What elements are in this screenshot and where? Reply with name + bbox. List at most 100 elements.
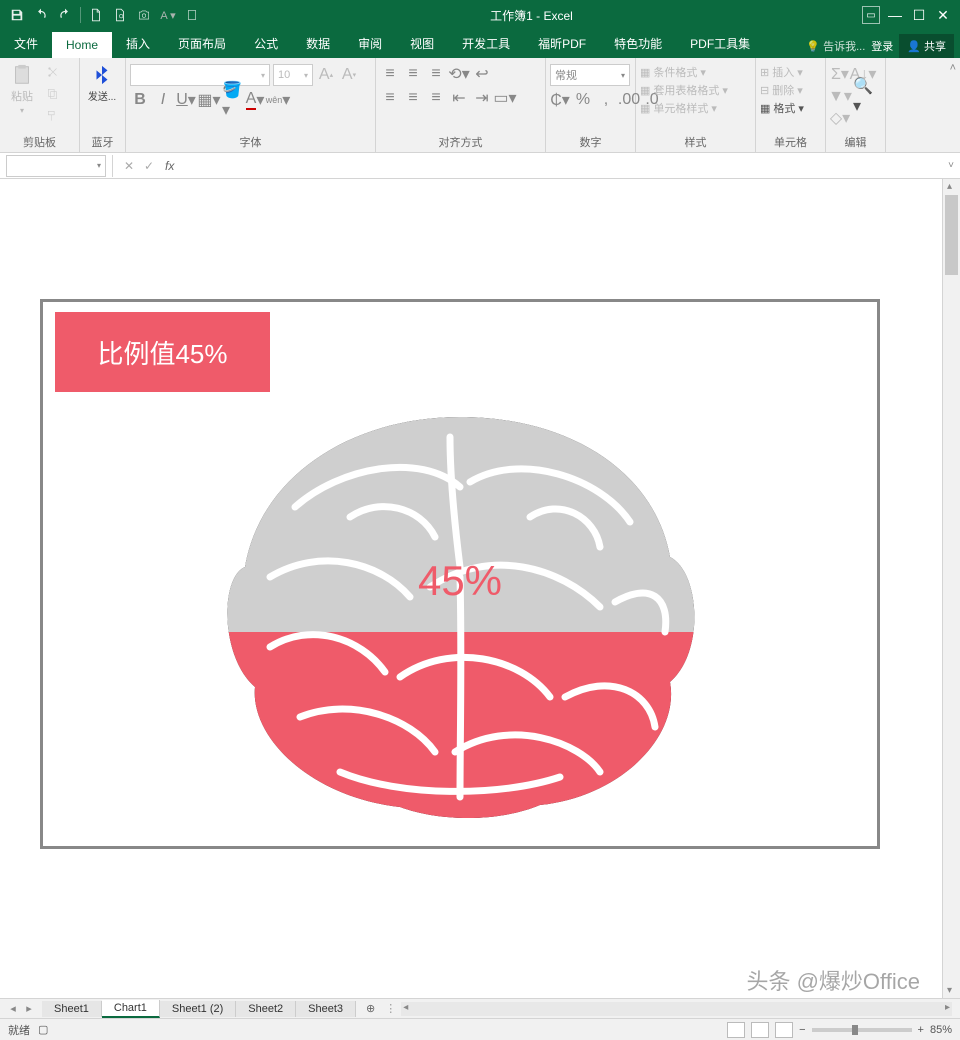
indent-decrease-icon: ⇤ <box>449 88 469 108</box>
ribbon: 粘贴▾ 剪贴板 发送... 蓝牙 ▾ 10▾ A▴ A▾ <box>0 58 960 153</box>
border-icon: ▦▾ <box>199 90 219 110</box>
number-group-label: 数字 <box>550 132 631 152</box>
save-icon[interactable] <box>6 4 28 26</box>
maximize-icon[interactable]: ☐ <box>910 6 928 24</box>
page-layout-view-icon[interactable] <box>751 1022 769 1038</box>
expand-formula-icon[interactable]: ˅ <box>942 160 960 171</box>
comma-icon: , <box>596 90 616 110</box>
paste-qat-icon <box>181 4 203 26</box>
zoom-slider[interactable] <box>812 1028 912 1032</box>
orientation-icon: ⟲▾ <box>449 64 469 84</box>
paste-button: 粘贴▾ <box>4 60 40 119</box>
tab-file[interactable]: 文件 <box>0 29 52 58</box>
minimize-icon[interactable]: — <box>886 6 904 24</box>
styles-group-label: 样式 <box>640 132 751 152</box>
camera-icon <box>133 4 155 26</box>
cancel-formula-icon: ✕ <box>119 159 139 173</box>
tab-view[interactable]: 视图 <box>396 29 448 58</box>
sheet-tab[interactable]: Sheet1 (2) <box>160 1001 236 1017</box>
find-icon[interactable]: 🔍▾ <box>853 86 873 106</box>
tab-formula[interactable]: 公式 <box>240 29 292 58</box>
sheet-tab-bar: ◂▸ Sheet1 Chart1 Sheet1 (2) Sheet2 Sheet… <box>0 998 960 1018</box>
ribbon-tabs: 文件 Home 插入 页面布局 公式 数据 审阅 视图 开发工具 福昕PDF 特… <box>0 30 960 58</box>
delete-cells-button: ⊟ 删除 ▾ <box>760 82 803 98</box>
chart-object[interactable]: 比例值45% <box>40 299 880 849</box>
editing-group-label: 编辑 <box>830 132 881 152</box>
bold-button: B <box>130 90 150 110</box>
tab-special[interactable]: 特色功能 <box>600 29 676 58</box>
font-color-qat-icon: A ▾ <box>157 4 179 26</box>
horizontal-scrollbar[interactable] <box>401 1002 952 1016</box>
phonetic-icon: wên▾ <box>268 90 288 110</box>
percent-icon: % <box>573 90 593 110</box>
macro-record-icon[interactable]: ▢ <box>38 1023 48 1036</box>
tab-insert[interactable]: 插入 <box>112 29 164 58</box>
bluetooth-send-button[interactable]: 发送... <box>84 60 120 107</box>
login-button[interactable]: 登录 <box>871 38 893 54</box>
status-ready: 就绪 <box>8 1022 30 1038</box>
font-family-combo: ▾ <box>130 64 270 86</box>
align-top-icon: ≡ <box>380 64 400 84</box>
tab-review[interactable]: 审阅 <box>344 29 396 58</box>
collapse-ribbon-icon[interactable]: ˄ <box>946 58 960 152</box>
wrap-text-icon: ↩ <box>472 64 492 84</box>
undo-icon[interactable] <box>30 4 52 26</box>
indent-increase-icon: ⇥ <box>472 88 492 108</box>
conditional-format-button: ▦ 条件格式 ▾ <box>640 64 706 80</box>
insert-cells-button: ⊞ 插入 ▾ <box>760 64 803 80</box>
cut-icon <box>43 62 63 82</box>
fill-color-icon: 🪣▾ <box>222 90 242 110</box>
zoom-in-icon[interactable]: + <box>918 1024 924 1036</box>
copy-icon <box>43 84 63 104</box>
underline-button: U▾ <box>176 90 196 110</box>
formula-input[interactable] <box>180 155 942 177</box>
chart-title-box[interactable]: 比例值45% <box>55 312 270 392</box>
redo-icon[interactable] <box>54 4 76 26</box>
align-bottom-icon: ≡ <box>426 64 446 84</box>
format-cells-button[interactable]: ▦ 格式 ▾ <box>760 100 804 116</box>
align-center-icon: ≡ <box>403 88 423 108</box>
tab-data[interactable]: 数据 <box>292 29 344 58</box>
currency-icon: ₵▾ <box>550 90 570 110</box>
normal-view-icon[interactable] <box>727 1022 745 1038</box>
vertical-scrollbar[interactable] <box>942 179 960 998</box>
new-file-icon[interactable] <box>85 4 107 26</box>
number-format-combo: 常规▾ <box>550 64 630 86</box>
sheet-tab[interactable]: Sheet1 <box>42 1001 102 1017</box>
sheet-tab[interactable]: Sheet2 <box>236 1001 296 1017</box>
format-painter-icon <box>43 106 63 126</box>
tab-foxit[interactable]: 福昕PDF <box>524 29 600 58</box>
font-color-icon: A▾ <box>245 90 265 110</box>
chart-value-label[interactable]: 45% <box>418 557 502 605</box>
brain-pictograph <box>200 397 720 827</box>
tell-me-search[interactable]: 💡 告诉我... <box>806 38 865 54</box>
tab-developer[interactable]: 开发工具 <box>448 29 524 58</box>
sheet-tab[interactable]: Chart1 <box>102 1000 160 1018</box>
chart-sheet-canvas[interactable]: 比例值45% <box>0 179 942 998</box>
page-break-view-icon[interactable] <box>775 1022 793 1038</box>
increase-font-icon: A▴ <box>316 65 336 85</box>
status-bar: 就绪 ▢ − + 85% <box>0 1018 960 1040</box>
zoom-level[interactable]: 85% <box>930 1024 952 1036</box>
tab-layout[interactable]: 页面布局 <box>164 29 240 58</box>
ribbon-options-icon[interactable]: ▭ <box>862 6 880 24</box>
sheet-nav[interactable]: ◂▸ <box>0 1002 42 1015</box>
tab-home[interactable]: Home <box>52 32 112 58</box>
autosum-icon: Σ▾ <box>830 64 850 84</box>
font-group-label: 字体 <box>130 132 371 152</box>
name-box[interactable]: ▾ <box>6 155 106 177</box>
window-controls: ▭ — ☐ ✕ <box>854 6 960 24</box>
cells-group-label: 单元格 <box>760 132 821 152</box>
add-sheet-button[interactable]: ⊕ <box>356 1000 385 1017</box>
zoom-out-icon[interactable]: − <box>799 1024 805 1036</box>
tab-pdftools[interactable]: PDF工具集 <box>676 29 764 58</box>
cell-styles-button: ▦ 单元格样式 ▾ <box>640 100 717 116</box>
accept-formula-icon: ✓ <box>139 159 159 173</box>
sheet-tab[interactable]: Sheet3 <box>296 1001 356 1017</box>
print-preview-icon[interactable] <box>109 4 131 26</box>
fx-icon[interactable]: fx <box>165 159 174 173</box>
table-format-button: ▦ 套用表格格式 ▾ <box>640 82 728 98</box>
formula-bar: ▾ ✕ ✓ fx ˅ <box>0 153 960 179</box>
share-button[interactable]: 👤 共享 <box>899 34 954 58</box>
close-icon[interactable]: ✕ <box>934 6 952 24</box>
